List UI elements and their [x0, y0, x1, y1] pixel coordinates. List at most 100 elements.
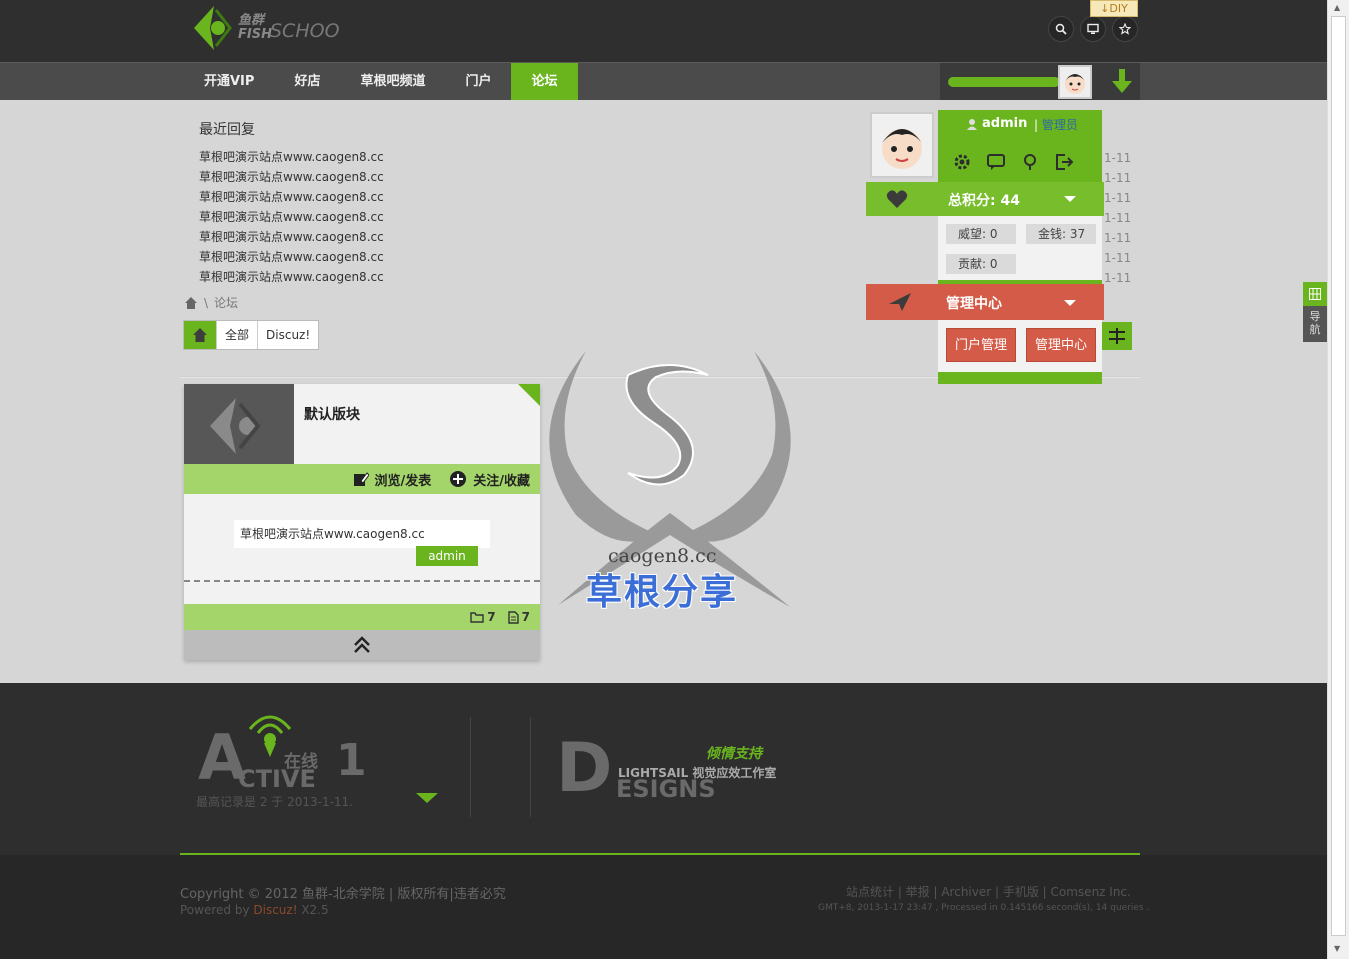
discuz-link[interactable]: Discuz!: [253, 903, 297, 917]
filter-home-button[interactable]: [184, 321, 216, 349]
plus-circle-icon: [450, 471, 467, 487]
support-label: 倾情支持: [706, 746, 762, 762]
reply-date: 1-11: [1104, 271, 1132, 285]
forum-filter-bar: 全部 Discuz!: [183, 320, 320, 350]
post-count: 7: [507, 610, 530, 624]
user-level-bar: [948, 77, 1060, 87]
layout-toggle-button[interactable]: [1102, 322, 1132, 350]
dashed-divider: [184, 580, 540, 582]
nav-item-vip[interactable]: 开通VIP: [184, 63, 274, 101]
footer-divider: [470, 717, 471, 817]
paper-plane-icon: [889, 293, 911, 311]
logo-fish-text: 鱼群 FISH: [238, 13, 272, 42]
reply-date: 1-11: [1104, 231, 1132, 245]
list-item[interactable]: 草根吧演示站点www.caogen8.cc: [199, 207, 384, 227]
nav-item-portal[interactable]: 门户: [445, 63, 511, 101]
avatar-face-icon: [882, 129, 922, 169]
arrow-down-icon[interactable]: [1110, 67, 1134, 95]
heart-icon: [886, 190, 908, 208]
scrollbar-thumb[interactable]: [1331, 16, 1346, 936]
portal-manage-button[interactable]: 门户管理: [946, 328, 1016, 362]
total-score-label: 总积分: 44: [948, 193, 1020, 209]
filter-all[interactable]: 全部: [216, 321, 257, 349]
follow-favorite-button[interactable]: 关注/收藏: [449, 470, 530, 489]
latest-post-user[interactable]: admin: [416, 546, 478, 566]
logo-school-text: SCHOO: [270, 20, 340, 42]
page-scrollbar[interactable]: ▲ ▼: [1327, 0, 1349, 959]
avatar[interactable]: [1058, 65, 1092, 99]
admin-center-button[interactable]: 管理中心: [1026, 328, 1096, 362]
user-nav-area: [940, 63, 1140, 101]
reply-date: 1-11: [1104, 171, 1132, 185]
forum-thumbnail[interactable]: [184, 384, 294, 464]
footer-links[interactable]: 站点统计 | 举报 | Archiver | 手机版 | Comsenz Inc…: [846, 883, 1131, 900]
download-arrow-icon: ↓: [1100, 2, 1110, 15]
nav-item-forum[interactable]: 论坛: [511, 63, 578, 101]
list-item[interactable]: 草根吧演示站点www.caogen8.cc: [199, 167, 384, 187]
list-item[interactable]: 草根吧演示站点www.caogen8.cc: [199, 227, 384, 247]
collapse-button[interactable]: [184, 630, 540, 660]
recent-replies-title: 最近回复: [199, 122, 255, 138]
forum-action-bar: 浏览/发表 关注/收藏: [184, 464, 540, 494]
logout-icon[interactable]: [1054, 152, 1074, 172]
site-logo[interactable]: 鱼群 FISH SCHOO: [186, 4, 356, 56]
settings-gear-icon[interactable]: [952, 152, 972, 172]
avatar[interactable]: [870, 112, 934, 178]
breadcrumb-current[interactable]: 论坛: [214, 294, 238, 311]
online-label: 在线: [284, 752, 318, 772]
filter-discuz[interactable]: Discuz!: [257, 321, 318, 349]
forum-stats-bar: 7 7: [184, 604, 540, 630]
side-nav-tab[interactable]: 导航: [1303, 282, 1327, 342]
list-item[interactable]: 草根吧演示站点www.caogen8.cc: [199, 187, 384, 207]
list-item[interactable]: 草根吧演示站点www.caogen8.cc: [199, 247, 384, 267]
username-link[interactable]: admin: [966, 116, 1027, 131]
footer-divider: [530, 717, 531, 817]
browse-post-button[interactable]: 浏览/发表: [353, 470, 431, 489]
star-icon[interactable]: [1112, 16, 1138, 42]
document-icon: [507, 610, 519, 624]
nav-item-channel[interactable]: 草根吧频道: [340, 63, 445, 101]
scroll-down-icon[interactable]: ▼: [1334, 944, 1340, 953]
user-tools: [952, 152, 1074, 172]
lightsail-studio[interactable]: LIGHTSAIL 视觉应效工作室: [618, 764, 776, 781]
main-nav-bar: 开通VIP 好店 草根吧频道 门户 论坛: [0, 62, 1327, 101]
breadcrumb-separator: \: [204, 295, 209, 310]
message-icon[interactable]: [986, 152, 1006, 172]
latest-post-link[interactable]: 草根吧演示站点www.caogen8.cc: [234, 520, 490, 548]
scroll-up-icon[interactable]: ▲: [1334, 3, 1340, 12]
admin-center-toggle[interactable]: 管理中心: [866, 284, 1104, 320]
total-score-toggle[interactable]: 总积分: 44: [866, 182, 1104, 216]
resize-icon: [1109, 328, 1125, 344]
grid-icon: [1303, 282, 1327, 306]
design-big-letter: D: [556, 729, 613, 808]
money-stat: 金钱: 37: [1026, 224, 1096, 244]
footer-bottom: Copyright © 2012 鱼群-北余学院 | 版权所有|违者必究 Pow…: [0, 855, 1327, 959]
forum-name[interactable]: 默认版块: [304, 404, 360, 424]
caret-down-icon: [1064, 300, 1076, 306]
avatar-face-icon: [1065, 74, 1085, 94]
user-dropdown-panel: admin | 管理员 总积分: 44 威望: 0 金钱: 37 贡献: 0 管…: [866, 110, 1104, 384]
nav-item-shop[interactable]: 好店: [274, 63, 340, 101]
diy-button[interactable]: ↓DIY: [1090, 0, 1138, 17]
online-count: 1: [336, 735, 367, 786]
watermark-name: 草根分享: [586, 572, 739, 613]
admin-center-label: 管理中心: [946, 296, 1002, 312]
reply-date: 1-11: [1104, 151, 1132, 165]
notification-icon[interactable]: [1020, 152, 1040, 172]
footer: A CTIVE 在线 1 最高记录是 2 于 2013-1-11. D ESIG…: [0, 683, 1327, 959]
list-item[interactable]: 草根吧演示站点www.caogen8.cc: [199, 147, 384, 167]
search-icon[interactable]: [1048, 16, 1074, 42]
powered-by: Powered by Discuz! X2.5: [180, 903, 329, 917]
home-icon[interactable]: [184, 296, 198, 310]
copyright-text: Copyright © 2012 鱼群-北余学院 | 版权所有|违者必究: [180, 887, 506, 902]
top-header: 鱼群 FISH SCHOO ↓DIY: [0, 0, 1327, 62]
reply-date: 1-11: [1104, 191, 1132, 205]
monitor-icon[interactable]: [1080, 16, 1106, 42]
chevron-down-icon[interactable]: [416, 793, 438, 803]
user-role-link[interactable]: | 管理员: [1034, 116, 1078, 133]
processing-info: GMT+8, 2013-1-17 23:47 , Processed in 0.…: [818, 903, 1150, 913]
thread-count: 7: [470, 610, 496, 624]
main-nav: 开通VIP 好店 草根吧频道 门户 论坛: [184, 63, 578, 101]
caret-down-icon: [1064, 196, 1076, 202]
list-item[interactable]: 草根吧演示站点www.caogen8.cc: [199, 267, 384, 287]
